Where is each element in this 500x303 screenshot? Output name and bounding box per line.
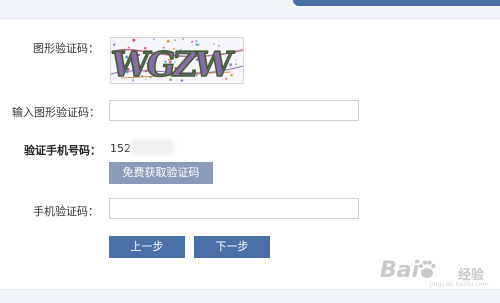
phone-number-mask <box>130 139 174 155</box>
get-sms-code-button[interactable]: 免费获取验证码 <box>109 162 213 184</box>
next-step-button[interactable]: 下一步 <box>194 236 270 258</box>
bottom-bar <box>0 289 500 303</box>
sms-code-input[interactable] <box>109 198 359 219</box>
captcha-image[interactable]: WGZW <box>110 37 244 84</box>
active-step-tab <box>293 0 500 6</box>
sms-code-label: 手机验证码： <box>33 205 99 218</box>
captcha-text: WGZW <box>111 45 236 83</box>
phone-label: 验证手机号码： <box>24 144 101 157</box>
paw-icon <box>418 260 436 278</box>
watermark-url: jingyan.baidu.com <box>430 281 489 288</box>
phone-number: 152 <box>110 142 131 155</box>
captcha-input-label: 输入图形验证码： <box>12 106 100 119</box>
previous-step-button[interactable]: 上一步 <box>109 236 185 258</box>
captcha-label: 图形验证码： <box>33 42 99 55</box>
baidu-jingyan-watermark: Bai 经验 jingyan.baidu.com <box>380 256 492 288</box>
captcha-input[interactable] <box>109 100 359 121</box>
captcha-graphic: WGZW <box>111 38 243 83</box>
watermark-brand-text: Bai <box>380 258 420 283</box>
